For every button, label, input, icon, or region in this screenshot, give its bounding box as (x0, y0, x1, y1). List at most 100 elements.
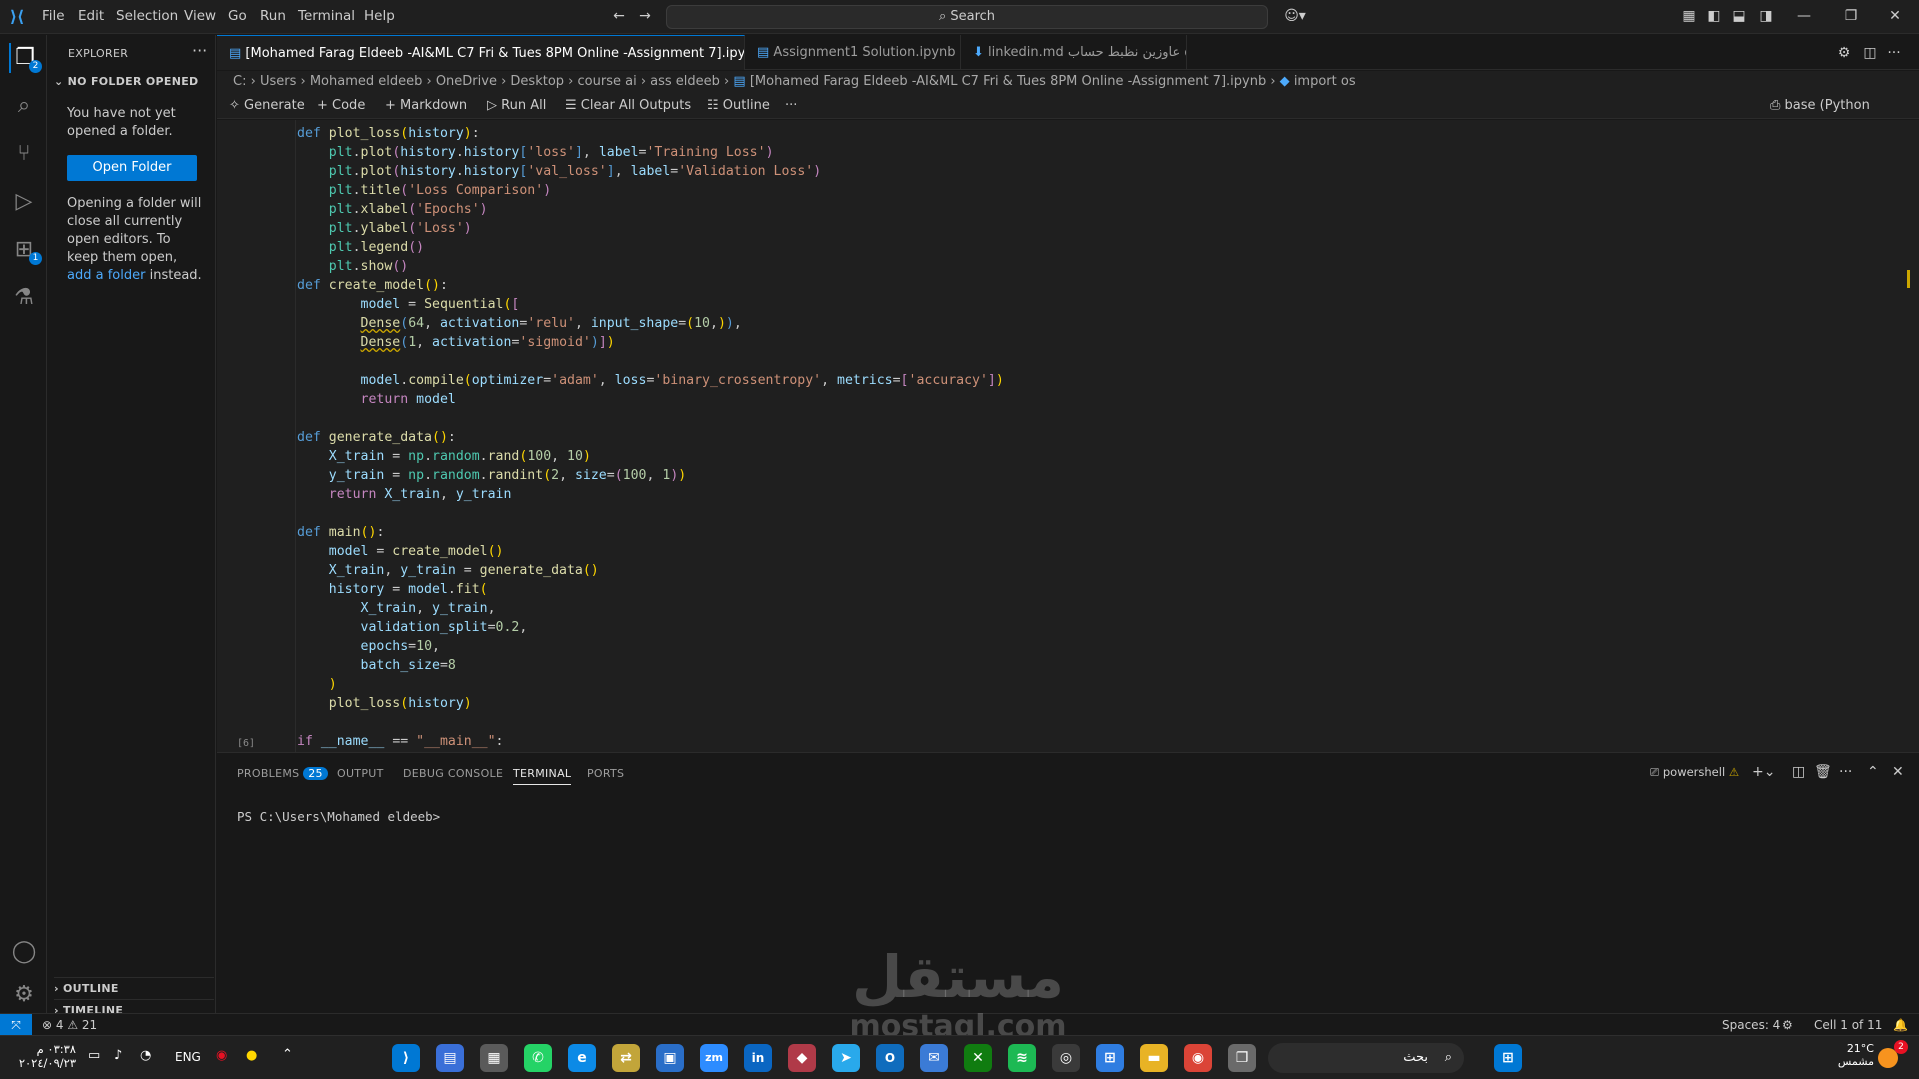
taskbar-search-box[interactable]: بحث ⌕ (1268, 1043, 1464, 1073)
close-window-icon[interactable]: ✕ (1886, 7, 1904, 25)
taskbar-taskview-icon[interactable]: ❐ (1228, 1044, 1256, 1072)
clear-outputs-button[interactable]: ☰ Clear All Outputs (565, 93, 691, 119)
remote-indicator-icon[interactable]: ⤧ (0, 1014, 32, 1035)
minimize-icon[interactable]: — (1795, 7, 1813, 25)
wifi-icon[interactable]: ◔ (140, 1048, 151, 1063)
menu-selection[interactable]: Selection (116, 8, 178, 24)
taskbar-calculator-icon[interactable]: ▦ (480, 1044, 508, 1072)
command-center-search[interactable]: ⌕ Search (666, 5, 1268, 29)
tab-ports[interactable]: PORTS (587, 767, 624, 780)
tab-dirty-icon[interactable]: ● (1184, 45, 1186, 60)
crumb-drive[interactable]: C: (233, 74, 246, 89)
crumb-user[interactable]: Mohamed eldeeb (310, 74, 423, 89)
taskbar-whatsapp-icon[interactable]: ✆ (524, 1044, 552, 1072)
tab-assignment1[interactable]: ▤ Assignment1 Solution.ipynb ● (745, 35, 961, 70)
taskbar-notepad-icon[interactable]: ▤ (436, 1044, 464, 1072)
run-all-button[interactable]: ▷ Run All (487, 93, 546, 119)
tab-assignment7[interactable]: ▤ [Mohamed Farag Eldeeb -AI&ML C7 Fri & … (217, 35, 745, 70)
back-arrow-icon[interactable]: ← (610, 7, 628, 25)
taskbar-telegram-icon[interactable]: ➤ (832, 1044, 860, 1072)
maximize-panel-icon[interactable]: ⌃ (1867, 764, 1879, 780)
tray-expand-icon[interactable]: ⌃ (282, 1047, 293, 1062)
terminal-shell-selector[interactable]: ⎚ powershell ⚠ (1650, 765, 1739, 780)
testing-icon[interactable]: ⚗ (9, 283, 39, 313)
notebook-editor[interactable]: [6] def plot_loss(history): plt.plot(his… (217, 120, 1919, 752)
copilot-icon[interactable]: ☺▾ (1280, 7, 1310, 25)
tab-problems[interactable]: PROBLEMS 25 (237, 767, 328, 780)
editor-more-icon[interactable]: ··· (1885, 44, 1903, 62)
indentation-status[interactable]: Spaces: 4 (1722, 1014, 1780, 1036)
taskbar-photos-icon[interactable]: ▣ (656, 1044, 684, 1072)
taskbar-explorer-icon[interactable]: ▬ (1140, 1044, 1168, 1072)
toggle-secondary-sidebar-icon[interactable]: ◨ (1757, 7, 1775, 25)
explorer-icon[interactable]: ❐ 2 (9, 43, 42, 73)
crumb-ass[interactable]: ass eldeeb (650, 74, 720, 89)
terminal-prompt[interactable]: PS C:\Users\Mohamed eldeeb> (237, 809, 440, 824)
crumb-file[interactable]: [Mohamed Farag Eldeeb -AI&ML C7 Fri & Tu… (750, 74, 1266, 89)
add-code-button[interactable]: + Code (317, 93, 365, 119)
customize-layout-icon[interactable]: ▦ (1680, 7, 1698, 25)
more-actions-icon[interactable]: ··· (192, 41, 207, 60)
taskbar-linkedin-icon[interactable]: in (744, 1044, 772, 1072)
weather-widget[interactable]: 21°C مشمس (1812, 1042, 1874, 1068)
manage-gear-icon[interactable]: ⚙ (9, 980, 39, 1010)
tab-terminal[interactable]: TERMINAL (513, 767, 572, 785)
panel-more-icon[interactable]: ··· (1839, 764, 1852, 780)
taskbar-zoom-icon[interactable]: zm (700, 1044, 728, 1072)
crumb-users[interactable]: Users (260, 74, 296, 89)
tray-app-icon[interactable]: ◉ (216, 1048, 227, 1063)
new-terminal-icon[interactable]: +⌄ (1752, 764, 1775, 780)
add-markdown-button[interactable]: + Markdown (385, 93, 467, 119)
taskbar-xbox-icon[interactable]: ✕ (964, 1044, 992, 1072)
taskbar-spotify-icon[interactable]: ≋ (1008, 1044, 1036, 1072)
split-terminal-icon[interactable]: ◫ (1792, 764, 1805, 780)
kill-terminal-icon[interactable]: 🗑 (1814, 764, 1832, 780)
taskbar-files-icon[interactable]: ⇄ (612, 1044, 640, 1072)
kernel-status-icon[interactable]: ⚙ (1782, 1014, 1793, 1036)
toggle-sidebar-icon[interactable]: ◧ (1705, 7, 1723, 25)
accounts-icon[interactable]: ◯ (9, 937, 39, 967)
taskbar-chrome-icon[interactable]: ◉ (1184, 1044, 1212, 1072)
battery-icon[interactable]: ▭ (88, 1048, 100, 1063)
taskbar-outlook-icon[interactable]: O (876, 1044, 904, 1072)
toggle-panel-icon[interactable]: ⬓ (1730, 7, 1748, 25)
close-panel-icon[interactable]: ✕ (1892, 764, 1904, 780)
extensions-icon[interactable]: ⊞ 1 (9, 235, 42, 265)
taskbar-mail-icon[interactable]: ✉ (920, 1044, 948, 1072)
menu-help[interactable]: Help (364, 8, 395, 24)
source-control-icon[interactable]: ⑂ (9, 139, 39, 169)
menu-run[interactable]: Run (260, 8, 286, 24)
toolbar-more-button[interactable]: ··· (785, 93, 797, 119)
tab-output[interactable]: OUTPUT (337, 767, 384, 780)
clock[interactable]: ٠٣:٣٨ م ٢٠٢٤/٠٩/٢٣ (16, 1042, 76, 1070)
code-cell[interactable]: def plot_loss(history): plt.plot(history… (297, 124, 1004, 751)
menu-go[interactable]: Go (228, 8, 247, 24)
volume-icon[interactable]: ♪ (114, 1048, 122, 1063)
taskbar-edge-icon[interactable]: e (568, 1044, 596, 1072)
generate-button[interactable]: ✧ Generate (229, 93, 305, 119)
menu-terminal[interactable]: Terminal (298, 8, 355, 24)
menu-edit[interactable]: Edit (78, 8, 104, 24)
language-indicator[interactable]: ENG (175, 1050, 201, 1064)
tab-debug-console[interactable]: DEBUG CONSOLE (403, 767, 503, 780)
run-debug-icon[interactable]: ▷ (9, 187, 39, 217)
forward-arrow-icon[interactable]: → (636, 7, 654, 25)
taskbar-office-icon[interactable]: ◆ (788, 1044, 816, 1072)
tray-norton-icon[interactable]: ● (246, 1048, 257, 1063)
problems-status[interactable]: ⊗ 4 ⚠ 21 (42, 1014, 97, 1036)
no-folder-section[interactable]: ⌄ NO FOLDER OPENED (54, 75, 198, 88)
settings-gear-icon[interactable]: ⚙ (1835, 44, 1853, 62)
taskbar-steam-icon[interactable]: ◎ (1052, 1044, 1080, 1072)
tab-linkedin[interactable]: ⬇ linkedin.md عاوزين نظبط حساب ● (961, 35, 1187, 70)
crumb-cell[interactable]: import os (1294, 74, 1356, 89)
crumb-course[interactable]: course ai (578, 74, 637, 89)
menu-view[interactable]: View (184, 8, 216, 24)
restore-icon[interactable]: ❐ (1842, 7, 1860, 25)
outline-section[interactable]: › OUTLINE (54, 977, 214, 995)
notifications-bell-icon[interactable]: 🔔 (1893, 1014, 1908, 1036)
search-view-icon[interactable]: ⌕ (9, 91, 39, 121)
cell-position-status[interactable]: Cell 1 of 11 (1814, 1014, 1882, 1036)
crumb-desktop[interactable]: Desktop (510, 74, 564, 89)
menu-file[interactable]: File (42, 8, 65, 24)
split-editor-icon[interactable]: ◫ (1861, 44, 1879, 62)
